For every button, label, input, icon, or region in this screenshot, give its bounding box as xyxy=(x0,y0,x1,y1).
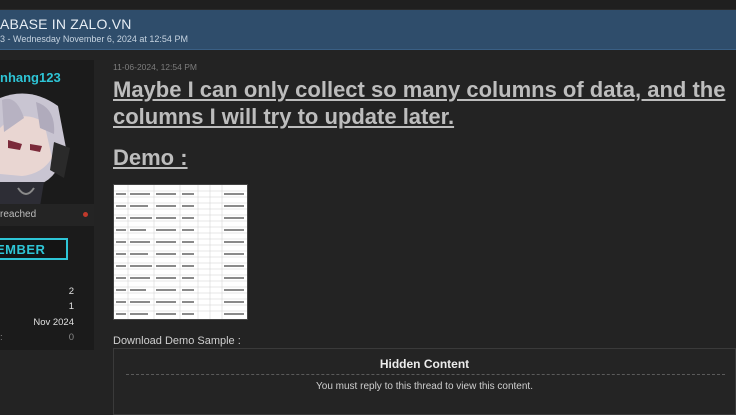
demo-table-thumbnail xyxy=(114,185,247,319)
stat-value: 1 xyxy=(68,301,74,312)
post-date[interactable]: 11-06-2024, 12:54 PM xyxy=(113,62,197,72)
post-heading: Maybe I can only collect so many columns… xyxy=(113,77,726,129)
stat-value: 2 xyxy=(68,286,74,297)
thread-meta: 3 - Wednesday November 6, 2024 at 12:54 … xyxy=(0,34,188,44)
offline-dot-icon xyxy=(83,212,88,217)
demo-table-image[interactable] xyxy=(113,184,248,320)
hidden-content-box: Hidden Content You must reply to this th… xyxy=(113,348,736,415)
status-row: reached xyxy=(0,204,94,226)
hidden-content-message: You must reply to this thread to view th… xyxy=(316,381,533,392)
demo-heading: Demo : xyxy=(113,145,188,170)
member-badge: EMBER xyxy=(0,238,68,260)
post-body: 11-06-2024, 12:54 PM Maybe I can only co… xyxy=(113,60,736,415)
stat-value: 0 xyxy=(68,332,74,343)
username-link[interactable]: nhang123 xyxy=(0,70,61,85)
top-strip xyxy=(0,0,736,10)
avatar-image xyxy=(0,88,80,258)
top-bar xyxy=(0,0,736,10)
member-badge-label: EMBER xyxy=(0,242,46,257)
hidden-content-title: Hidden Content xyxy=(379,357,470,371)
status-text: reached xyxy=(0,209,37,220)
download-demo-label: Download Demo Sample : xyxy=(113,335,241,347)
thread-header: ABASE IN ZALO.VN 3 - Wednesday November … xyxy=(0,10,736,50)
avatar[interactable] xyxy=(0,88,80,258)
hidden-content-divider xyxy=(126,374,725,375)
thread-title: ABASE IN ZALO.VN xyxy=(0,16,132,32)
stat-value: Nov 2024 xyxy=(33,317,74,328)
stat-label: : xyxy=(0,332,3,343)
user-panel: nhang123 reached EMBER 2 1 Nov 2024 : 0 xyxy=(0,60,94,350)
